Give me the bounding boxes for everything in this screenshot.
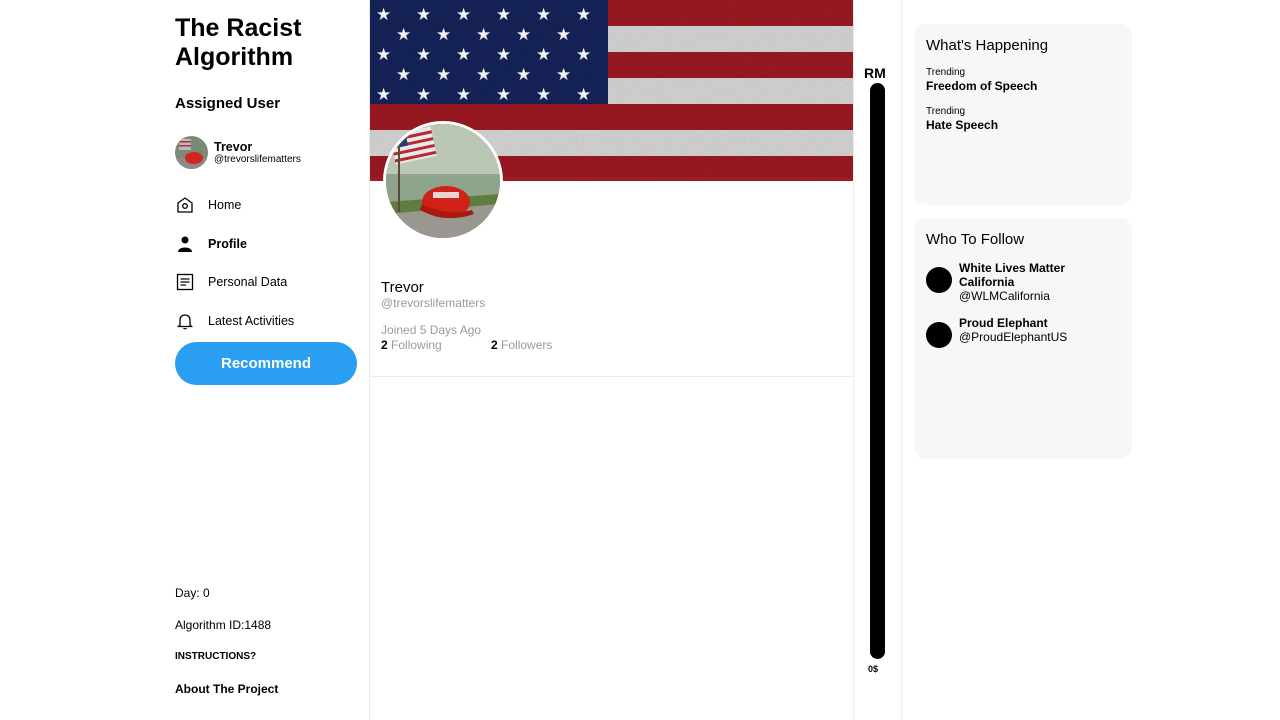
svg-text:★: ★ bbox=[436, 65, 451, 85]
right-column-divider bbox=[901, 0, 902, 720]
whats-happening-panel: What's Happening Trending Freedom of Spe… bbox=[914, 24, 1132, 205]
followers-count-link[interactable]: 2 Followers bbox=[491, 338, 552, 352]
sidebar-item-label: Personal Data bbox=[208, 275, 288, 290]
follow-name: White Lives Matter California bbox=[959, 261, 1066, 289]
profile-stats: 2 Following 2 Followers bbox=[381, 338, 552, 352]
follow-handle: @ProudElephantUS bbox=[959, 330, 1068, 344]
user-avatar bbox=[175, 136, 208, 169]
profile-joined-date: Joined 5 Days Ago bbox=[381, 323, 482, 337]
follow-suggestion[interactable]: Proud Elephant @ProudElephantUS bbox=[926, 316, 1089, 348]
follow-handle: @WLMCalifornia bbox=[959, 289, 1050, 303]
svg-text:★: ★ bbox=[476, 25, 491, 45]
svg-text:★: ★ bbox=[496, 5, 511, 25]
assigned-user-heading: Assigned User bbox=[175, 95, 281, 112]
who-to-follow-panel: Who To Follow White Lives Matter Califor… bbox=[914, 218, 1132, 459]
sidebar-item-label: Latest Activities bbox=[208, 313, 295, 328]
svg-text:★: ★ bbox=[376, 45, 391, 65]
svg-text:★: ★ bbox=[576, 5, 591, 25]
algorithm-id: Algorithm ID:1488 bbox=[175, 618, 272, 632]
svg-text:★: ★ bbox=[416, 45, 431, 65]
following-label: Following bbox=[387, 338, 442, 352]
app-title: The Racist Algorithm bbox=[175, 14, 302, 71]
svg-text:★: ★ bbox=[536, 85, 551, 105]
whats-happening-heading: What's Happening bbox=[926, 37, 1049, 54]
sidebar-item-profile[interactable]: Profile bbox=[175, 225, 294, 264]
sidebar-nav: Home Profile Personal Data Latest Activi… bbox=[175, 186, 294, 340]
follow-avatar bbox=[926, 267, 952, 293]
svg-text:★: ★ bbox=[396, 65, 411, 85]
person-icon bbox=[175, 234, 195, 254]
assigned-user-card[interactable]: Trevor @trevorslifematters bbox=[175, 136, 301, 169]
svg-text:★: ★ bbox=[436, 25, 451, 45]
profile-name: Trevor bbox=[381, 279, 424, 296]
svg-text:★: ★ bbox=[536, 45, 551, 65]
trend-topic: Hate Speech bbox=[926, 118, 999, 132]
rm-meter-bar bbox=[870, 83, 885, 659]
follow-name: Proud Elephant bbox=[959, 316, 1048, 330]
svg-text:★: ★ bbox=[416, 85, 431, 105]
rm-meter-bottom-label: 0$ bbox=[868, 664, 879, 674]
sidebar-item-personal-data[interactable]: Personal Data bbox=[175, 263, 294, 302]
sidebar-item-home[interactable]: Home bbox=[175, 186, 294, 225]
svg-text:★: ★ bbox=[396, 25, 411, 45]
followers-count: 2 bbox=[491, 338, 498, 352]
svg-text:★: ★ bbox=[576, 45, 591, 65]
svg-text:★: ★ bbox=[576, 85, 591, 105]
recommend-button[interactable]: Recommend bbox=[175, 342, 357, 385]
bell-icon bbox=[175, 311, 195, 331]
followers-label: Followers bbox=[497, 338, 553, 352]
svg-text:★: ★ bbox=[456, 5, 471, 25]
about-project-link[interactable]: About The Project bbox=[175, 682, 278, 696]
sidebar-item-label: Home bbox=[208, 198, 242, 213]
svg-text:★: ★ bbox=[516, 25, 531, 45]
trend-category: Trending bbox=[926, 106, 966, 117]
user-handle: @trevorslifematters bbox=[214, 154, 301, 165]
left-sidebar: The Racist Algorithm Assigned User Trevo… bbox=[0, 0, 370, 720]
svg-text:★: ★ bbox=[456, 85, 471, 105]
instructions-link[interactable]: INSTRUCTIONS? bbox=[175, 651, 256, 662]
profile-column: ★ ★ ★ ★ ★ ★ ★ ★ ★ ★ ★ ★ ★ ★ ★ ★ ★ ★ ★ ★ ★ ★ ★ ★ ★ ★ ★ ★ bbox=[370, 0, 854, 720]
profile-divider bbox=[370, 376, 853, 377]
svg-text:★: ★ bbox=[516, 65, 531, 85]
user-name: Trevor bbox=[214, 140, 253, 154]
follow-avatar bbox=[926, 322, 952, 348]
svg-text:★: ★ bbox=[416, 5, 431, 25]
following-count-link[interactable]: 2 Following bbox=[381, 338, 491, 352]
svg-text:★: ★ bbox=[476, 65, 491, 85]
svg-text:★: ★ bbox=[556, 65, 571, 85]
svg-text:★: ★ bbox=[496, 85, 511, 105]
svg-text:★: ★ bbox=[456, 45, 471, 65]
svg-text:★: ★ bbox=[536, 5, 551, 25]
trend-item[interactable]: Trending Freedom of Speech bbox=[926, 67, 1037, 93]
svg-text:★: ★ bbox=[376, 5, 391, 25]
rm-meter-label: RM bbox=[864, 65, 886, 81]
svg-text:★: ★ bbox=[376, 85, 391, 105]
follow-suggestion[interactable]: White Lives Matter California @WLMCalifo… bbox=[926, 261, 1089, 303]
document-icon bbox=[175, 272, 195, 292]
profile-handle: @trevorslifematters bbox=[381, 296, 486, 310]
following-count: 2 bbox=[381, 338, 388, 352]
trend-topic: Freedom of Speech bbox=[926, 79, 1038, 93]
svg-text:★: ★ bbox=[556, 25, 571, 45]
day-counter: Day: 0 bbox=[175, 586, 210, 600]
trend-item[interactable]: Trending Hate Speech bbox=[926, 106, 998, 132]
who-to-follow-heading: Who To Follow bbox=[926, 231, 1025, 248]
sidebar-item-label: Profile bbox=[208, 236, 247, 251]
sidebar-item-latest-activities[interactable]: Latest Activities bbox=[175, 302, 294, 341]
svg-text:★: ★ bbox=[496, 45, 511, 65]
trend-category: Trending bbox=[926, 67, 966, 78]
profile-avatar-image bbox=[383, 121, 503, 241]
home-icon bbox=[175, 195, 195, 215]
